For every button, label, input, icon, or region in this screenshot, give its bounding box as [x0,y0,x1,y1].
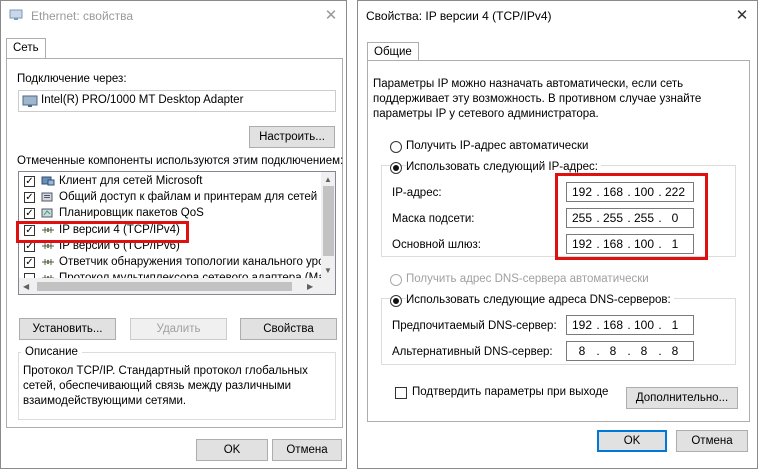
adapter-field: Intel(R) PRO/1000 MT Desktop Adapter [18,90,336,112]
install-button[interactable]: Установить... [19,318,116,340]
ipv4-tabstrip: Общие [358,31,757,61]
intro-line-2: поддерживает эту возможность. В противно… [373,93,702,105]
ipv4-properties-window: Свойства: IP версии 4 (TCP/IPv4) ✕ Общие… [357,0,758,469]
preferred-dns-label: Предпочитаемый DNS-сервер: [392,320,557,332]
component-checkbox[interactable]: ✓ [24,257,35,268]
component-label: Клиент для сетей Microsoft [59,175,203,187]
component-label: Планировщик пакетов QoS [59,207,204,220]
tab-network[interactable]: Сеть [6,38,46,59]
close-icon[interactable]: ✕ [317,2,345,30]
component-row[interactable]: ✓ Клиент для сетей Microsoft [19,173,321,190]
description-label: Описание [21,346,82,358]
component-row[interactable]: ✓ Ответчик обнаружения топологии канально… [19,254,331,271]
ipv4-cancel-button[interactable]: Отмена [676,430,748,452]
ethernet-titlebar[interactable]: Ethernet: свойства ✕ [1,1,346,31]
manual-dns-label[interactable]: Использовать следующие адреса DNS-сервер… [406,294,674,306]
manual-dns-radio[interactable] [390,295,402,307]
alternate-dns-field[interactable]: 8.8.8.8 [566,341,694,361]
auto-ip-label[interactable]: Получить IP-адрес автоматически [406,140,588,152]
ip-octet[interactable]: 168 [600,316,626,334]
component-row[interactable]: ✓ Планировщик пакетов QoS [19,205,321,222]
alternate-dns-label: Альтернативный DNS-сервер: [392,346,553,358]
validate-checkbox[interactable] [395,387,407,399]
validate-label[interactable]: Подтвердить параметры при выходе [412,386,608,398]
network-adapter-icon [9,9,23,21]
scroll-up-arrow-icon[interactable]: ▲ [324,175,332,184]
auto-dns-radio[interactable] [390,274,402,286]
horizontal-scrollbar[interactable]: ◀ ▶ [19,278,335,294]
description-line-2: сетей, обеспечивающий связь между различ… [23,380,292,392]
remove-button[interactable]: Удалить [130,318,227,340]
auto-ip-radio[interactable] [390,141,402,153]
preferred-dns-field[interactable]: 192. 168. 100. 1 [566,315,694,335]
ip-fields-highlight-box [555,173,708,260]
ip-octet[interactable]: 8 [600,342,626,360]
ip-octet[interactable]: 1 [662,316,688,334]
protocol-icon [41,256,55,268]
scrollbar-thumb[interactable] [323,186,334,256]
connect-using-label: Подключение через: [17,73,127,85]
ip-octet[interactable]: 8 [631,342,657,360]
subnet-mask-label: Маска подсети: [392,213,475,225]
component-label: Общий доступ к файлам и принтерам для се… [59,191,333,204]
auto-dns-label[interactable]: Получить адрес DNS-сервера автоматически [406,273,649,285]
advanced-button[interactable]: Дополнительно... [626,387,738,409]
ipv4-highlight-box [16,221,189,243]
component-label: Ответчик обнаружения топологии канальног… [59,256,331,268]
adapter-name: Intel(R) PRO/1000 MT Desktop Adapter [41,94,244,106]
description-line-1: Протокол TCP/IP. Стандартный протокол гл… [23,365,308,377]
adapter-icon [22,95,38,111]
component-checkbox[interactable]: ✓ [24,208,35,220]
gateway-label: Основной шлюз: [392,239,481,251]
ethernet-ok-button[interactable]: OK [196,439,268,461]
scroll-down-arrow-icon[interactable]: ▼ [324,266,332,275]
components-label: Отмеченные компоненты используются этим … [17,155,344,167]
manual-ip-radio[interactable] [390,162,402,174]
ip-octet[interactable]: 8 [569,342,595,360]
component-row[interactable]: ✓ Общий доступ к файлам и принтерам для с… [19,189,333,206]
file-sharing-icon [41,191,55,203]
ip-octet[interactable]: 8 [662,342,688,360]
ethernet-cancel-button[interactable]: Отмена [272,439,342,461]
ipv4-titlebar[interactable]: Свойства: IP версии 4 (TCP/IPv4) ✕ [358,1,757,31]
configure-button[interactable]: Настроить... [249,126,335,148]
properties-button[interactable]: Свойства [240,318,337,340]
qos-icon [41,207,55,219]
window-title: Ethernet: свойства [31,9,134,23]
scroll-right-arrow-icon[interactable]: ▶ [307,282,313,291]
component-checkbox[interactable]: ✓ [24,176,35,187]
ethernet-properties-window: Ethernet: свойства ✕ Сеть Подключение че… [0,0,347,469]
manual-ip-label[interactable]: Использовать следующий IP-адрес: [406,161,601,173]
horizontal-scrollbar-thumb[interactable] [37,282,292,291]
description-line-3: взаимодействующими сетями. [23,395,187,407]
ipv4-ok-button[interactable]: OK [597,430,667,452]
ethernet-tabstrip: Сеть [1,31,346,59]
network-client-icon [41,175,55,187]
component-checkbox[interactable]: ✓ [24,192,35,204]
ethernet-tab-panel: Подключение через: Intel(R) PRO/1000 MT … [6,58,343,428]
ip-address-label: IP-адрес: [392,187,442,199]
vertical-scrollbar[interactable]: ▲ ▼ [321,172,335,278]
close-icon[interactable]: ✕ [728,2,756,30]
ip-octet[interactable]: 192 [569,316,595,334]
intro-line-3: параметры IP у сетевого администратора. [373,108,599,120]
scroll-left-arrow-icon[interactable]: ◀ [23,282,29,291]
window-title: Свойства: IP версии 4 (TCP/IPv4) [366,9,552,23]
tab-general[interactable]: Общие [367,42,419,61]
ip-octet[interactable]: 100 [631,316,657,334]
intro-line-1: Параметры IP можно назначать автоматичес… [373,78,684,90]
